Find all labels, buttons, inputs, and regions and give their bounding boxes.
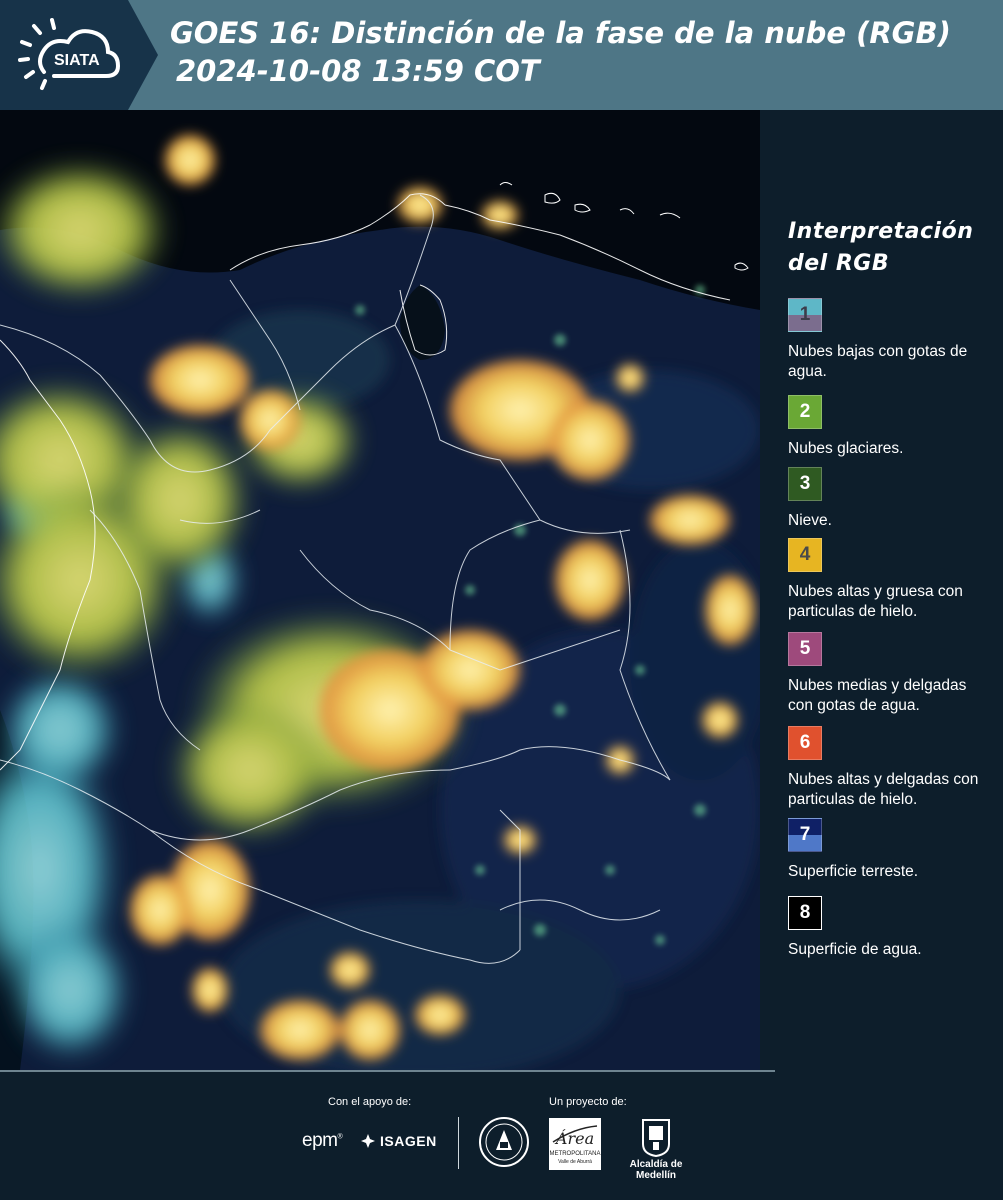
legend-label-6: Nubes altas y delgadas con particulas de… — [788, 771, 979, 808]
isagen-mark-icon — [361, 1134, 375, 1148]
support-label: Con el apoyo de: — [328, 1096, 412, 1108]
project-label: Un proyecto de: — [549, 1096, 627, 1108]
alcaldia-text: Alcaldía de Medellín — [629, 1159, 683, 1181]
epm-logo: epm® — [302, 1130, 343, 1151]
legend-label-8: Superficie de agua. — [788, 941, 922, 958]
isagen-logo-text: ISAGEN — [380, 1133, 437, 1149]
legend-label-3: Nieve. — [788, 512, 832, 529]
isagen-logo: ISAGEN — [360, 1133, 437, 1149]
legend-label-1: Nubes bajas con gotas de agua. — [788, 343, 968, 380]
legend-swatch-2: 2 — [788, 395, 822, 429]
svg-text:SIATA: SIATA — [54, 52, 100, 69]
legend-label-7: Superficie terreste. — [788, 863, 919, 880]
legend-number-8: 8 — [799, 902, 811, 923]
title-line-1: GOES 16: Distinción de la fase de la nub… — [170, 16, 951, 50]
legend-number-4: 4 — [799, 544, 811, 565]
alcaldia-shield-icon — [642, 1119, 670, 1158]
legend-title-line-1: Interpretación — [788, 219, 974, 244]
legend-panel: Interpretación del RGB 1 Nubes bajas con… — [760, 110, 1003, 1070]
legend-item-6: 6 Nubes altas y delgadas con particulas … — [788, 726, 988, 810]
legend-title: Interpretación del RGB — [788, 216, 973, 280]
header-bar: SIATA GOES 16: Distinción de la fase de … — [0, 0, 1003, 111]
legend-number-1: 1 — [799, 304, 811, 325]
legend-item-2: 2 Nubes glaciares. — [788, 395, 988, 459]
legend-number-5: 5 — [799, 638, 811, 659]
legend-item-5: 5 Nubes medias y delgadas con gotas de a… — [788, 632, 988, 716]
legend-swatch-7: 7 — [788, 818, 822, 852]
legend-number-7: 7 — [799, 824, 811, 845]
svg-text:Valle de Aburrá: Valle de Aburrá — [558, 1159, 592, 1165]
legend-swatch-3: 3 — [788, 467, 822, 501]
satellite-map — [0, 110, 760, 1070]
svg-text:METROPOLITANA: METROPOLITANA — [550, 1151, 601, 1157]
siata-logo: SIATA — [18, 18, 121, 90]
legend-item-7: 7 Superficie terreste. — [788, 818, 988, 882]
legend-number-6: 6 — [799, 732, 811, 753]
legend-swatch-8: 8 — [788, 896, 822, 930]
legend-swatch-6: 6 — [788, 726, 822, 760]
logo-background: SIATA — [0, 0, 128, 110]
legend-item-8: 8 Superficie de agua. — [788, 896, 988, 960]
alcaldia-logo: Alcaldía de Medellín — [611, 1116, 701, 1181]
epm-logo-text: epm — [302, 1130, 338, 1151]
logo-divider — [458, 1117, 459, 1169]
legend-title-line-2: del RGB — [788, 251, 890, 276]
title-line-2: 2024-10-08 13:59 COT — [176, 54, 540, 88]
legend-number-2: 2 — [799, 401, 811, 422]
legend-item-3: 3 Nieve. — [788, 467, 988, 531]
footer: Con el apoyo de: Un proyecto de: epm® IS… — [0, 1070, 1003, 1200]
legend-number-3: 3 — [799, 473, 811, 494]
university-seal-icon — [479, 1117, 529, 1167]
page-title: GOES 16: Distinción de la fase de la nub… — [170, 14, 951, 90]
legend-label-2: Nubes glaciares. — [788, 440, 904, 457]
legend-label-5: Nubes medias y delgadas con gotas de agu… — [788, 677, 967, 714]
legend-swatch-5: 5 — [788, 632, 822, 666]
legend-swatch-4: 4 — [788, 538, 822, 572]
rgb-composite-image — [0, 110, 760, 1070]
footer-divider-line — [0, 1070, 775, 1072]
area-metropolitana-logo: Área METROPOLITANA Valle de Aburrá — [549, 1118, 601, 1170]
legend-swatch-1: 1 — [788, 298, 822, 332]
logo-arrow — [128, 0, 158, 110]
legend-label-4: Nubes altas y gruesa con particulas de h… — [788, 583, 963, 620]
legend-item-4: 4 Nubes altas y gruesa con particulas de… — [788, 538, 988, 622]
legend-item-1: 1 Nubes bajas con gotas de agua. — [788, 298, 988, 382]
